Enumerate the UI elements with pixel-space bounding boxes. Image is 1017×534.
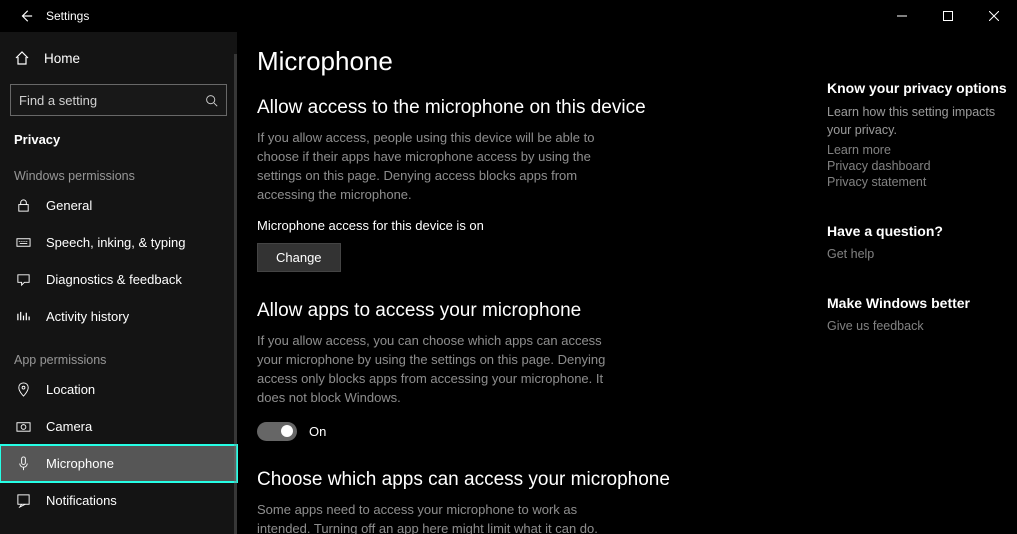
microphone-icon	[14, 455, 32, 473]
section-description: If you allow access, you can choose whic…	[257, 332, 617, 407]
sidebar-item-label: General	[46, 198, 92, 213]
window-controls	[879, 0, 1017, 32]
sidebar-item-diagnostics[interactable]: Diagnostics & feedback	[0, 261, 237, 298]
apps-access-toggle[interactable]	[257, 422, 297, 441]
notifications-icon	[14, 492, 32, 510]
keyboard-icon	[14, 234, 32, 252]
search-box[interactable]	[10, 84, 227, 116]
sidebar-home[interactable]: Home	[0, 40, 237, 76]
page-title: Microphone	[257, 46, 807, 77]
sidebar-item-speech[interactable]: Speech, inking, & typing	[0, 224, 237, 261]
aside-heading: Know your privacy options	[827, 80, 1017, 96]
maximize-button[interactable]	[925, 0, 971, 32]
minimize-icon	[897, 11, 907, 21]
change-button[interactable]: Change	[257, 243, 341, 272]
aside: Know your privacy options Learn how this…	[827, 46, 1017, 534]
sidebar-home-label: Home	[44, 51, 80, 66]
home-icon	[14, 50, 30, 66]
link-learn-more[interactable]: Learn more	[827, 143, 1017, 157]
camera-icon	[14, 418, 32, 436]
aside-feedback: Make Windows better Give us feedback	[827, 295, 1017, 333]
window-title: Settings	[46, 9, 89, 23]
content: Microphone Allow access to the microphon…	[257, 46, 817, 534]
lock-icon	[14, 197, 32, 215]
sidebar-item-label: Microphone	[46, 456, 114, 471]
section-description: If you allow access, people using this d…	[257, 129, 617, 204]
back-button[interactable]	[6, 0, 46, 32]
close-button[interactable]	[971, 0, 1017, 32]
sidebar-item-location[interactable]: Location	[0, 371, 237, 408]
link-get-help[interactable]: Get help	[827, 247, 1017, 261]
aside-heading: Have a question?	[827, 223, 1017, 239]
link-privacy-statement[interactable]: Privacy statement	[827, 175, 1017, 189]
section-heading: Allow apps to access your microphone	[257, 300, 807, 322]
sidebar-item-camera[interactable]: Camera	[0, 408, 237, 445]
location-icon	[14, 381, 32, 399]
maximize-icon	[943, 11, 953, 21]
section-choose-apps: Choose which apps can access your microp…	[257, 469, 807, 534]
device-access-status: Microphone access for this device is on	[257, 218, 807, 233]
section-app-access: Allow apps to access your microphone If …	[257, 300, 807, 440]
back-arrow-icon	[19, 9, 33, 23]
section-description: Some apps need to access your microphone…	[257, 501, 617, 534]
sidebar-item-activity[interactable]: Activity history	[0, 298, 237, 335]
section-heading: Choose which apps can access your microp…	[257, 469, 807, 491]
sidebar-item-label: Camera	[46, 419, 92, 434]
history-icon	[14, 308, 32, 326]
feedback-icon	[14, 271, 32, 289]
sidebar-item-microphone[interactable]: Microphone	[0, 445, 237, 482]
sidebar: Home Privacy Windows permissions General…	[0, 32, 237, 534]
sidebar-item-general[interactable]: General	[0, 187, 237, 224]
sidebar-item-label: Location	[46, 382, 95, 397]
titlebar: Settings	[0, 0, 1017, 32]
sidebar-item-label: Speech, inking, & typing	[46, 235, 185, 250]
section-heading: Allow access to the microphone on this d…	[257, 97, 807, 119]
sidebar-group-windows: Windows permissions	[0, 151, 237, 187]
link-privacy-dashboard[interactable]: Privacy dashboard	[827, 159, 1017, 173]
sidebar-item-notifications[interactable]: Notifications	[0, 482, 237, 519]
link-give-feedback[interactable]: Give us feedback	[827, 319, 1017, 333]
aside-question: Have a question? Get help	[827, 223, 1017, 261]
section-device-access: Allow access to the microphone on this d…	[257, 97, 807, 272]
search-input[interactable]	[19, 93, 199, 108]
sidebar-item-label: Diagnostics & feedback	[46, 272, 182, 287]
minimize-button[interactable]	[879, 0, 925, 32]
sidebar-group-apps: App permissions	[0, 335, 237, 371]
sidebar-item-label: Activity history	[46, 309, 129, 324]
close-icon	[989, 11, 999, 21]
aside-heading: Make Windows better	[827, 295, 1017, 311]
toggle-state-label: On	[309, 424, 326, 439]
search-icon	[205, 94, 218, 107]
sidebar-item-label: Notifications	[46, 493, 117, 508]
aside-privacy-options: Know your privacy options Learn how this…	[827, 80, 1017, 189]
aside-text: Learn how this setting impacts your priv…	[827, 104, 1017, 139]
sidebar-section-title: Privacy	[0, 122, 237, 151]
